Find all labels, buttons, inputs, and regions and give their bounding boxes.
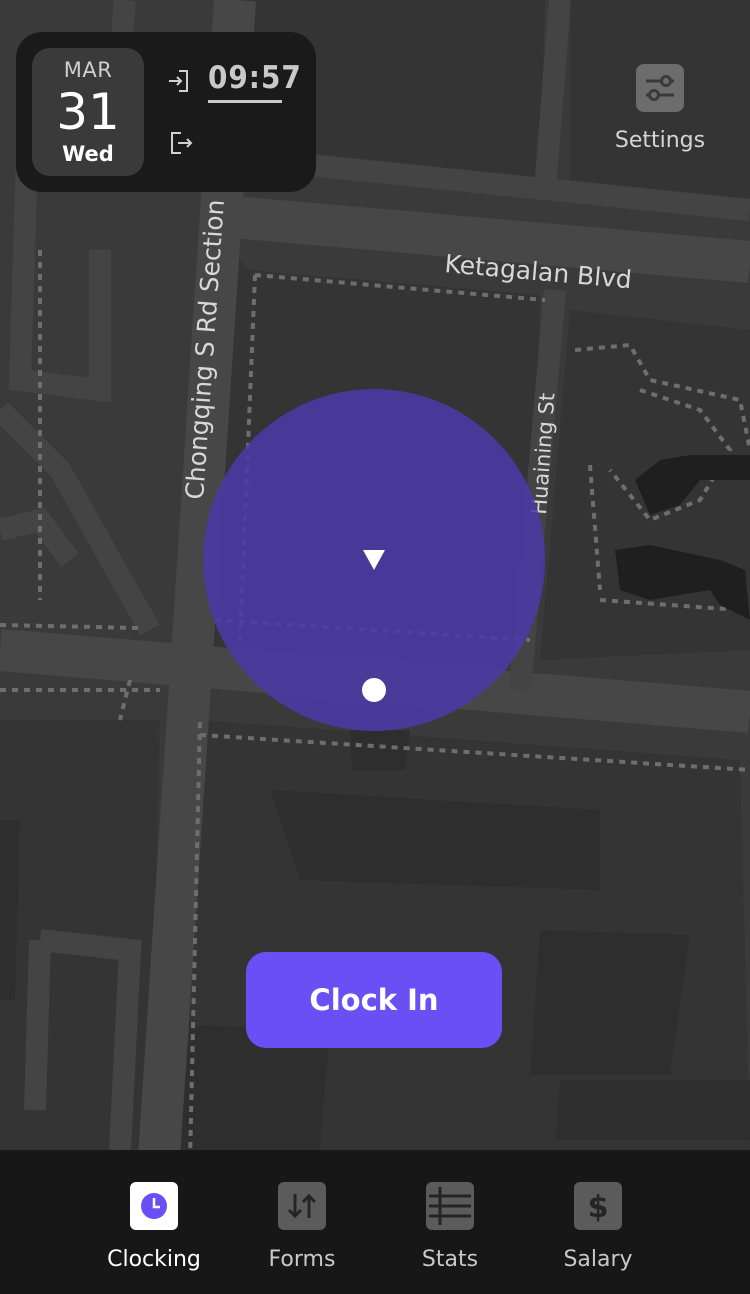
tab-forms[interactable]: Forms xyxy=(228,1150,376,1294)
logout-icon xyxy=(171,132,193,154)
tab-label-salary: Salary xyxy=(563,1247,633,1272)
tab-salary[interactable]: $ Salary xyxy=(524,1150,672,1294)
map-view[interactable]: Ketagalan Blvd Chongqing S Rd Section Hu… xyxy=(0,0,750,1294)
list-icon xyxy=(426,1182,474,1230)
tab-clocking[interactable]: Clocking xyxy=(80,1150,228,1294)
clock-in-button[interactable]: Clock In xyxy=(246,952,502,1048)
date-weekday: Wed xyxy=(62,142,114,166)
svg-text:$: $ xyxy=(588,1190,609,1225)
date-month: MAR xyxy=(63,58,113,82)
clock-in-time-underline xyxy=(208,100,282,103)
swap-arrows-icon xyxy=(278,1182,326,1230)
dollar-icon: $ xyxy=(574,1182,622,1230)
login-icon xyxy=(169,70,188,92)
date-box: MAR 31 Wed xyxy=(32,48,144,176)
settings-label: Settings xyxy=(614,128,706,153)
tab-label-stats: Stats xyxy=(421,1247,479,1272)
settings-button[interactable]: Settings xyxy=(604,62,716,162)
date-card: MAR 31 Wed 09:57 xyxy=(16,32,316,192)
tab-label-forms: Forms xyxy=(268,1247,336,1272)
sliders-icon xyxy=(636,64,684,112)
tab-stats[interactable]: Stats xyxy=(376,1150,524,1294)
clock-in-time: 09:57 xyxy=(208,60,302,96)
location-marker xyxy=(362,678,386,702)
clock-icon xyxy=(130,1182,178,1230)
tab-label-clocking: Clocking xyxy=(107,1247,201,1272)
tab-bar: Clocking Forms Stats $ Salary xyxy=(0,1150,750,1294)
date-day: 31 xyxy=(56,83,120,141)
